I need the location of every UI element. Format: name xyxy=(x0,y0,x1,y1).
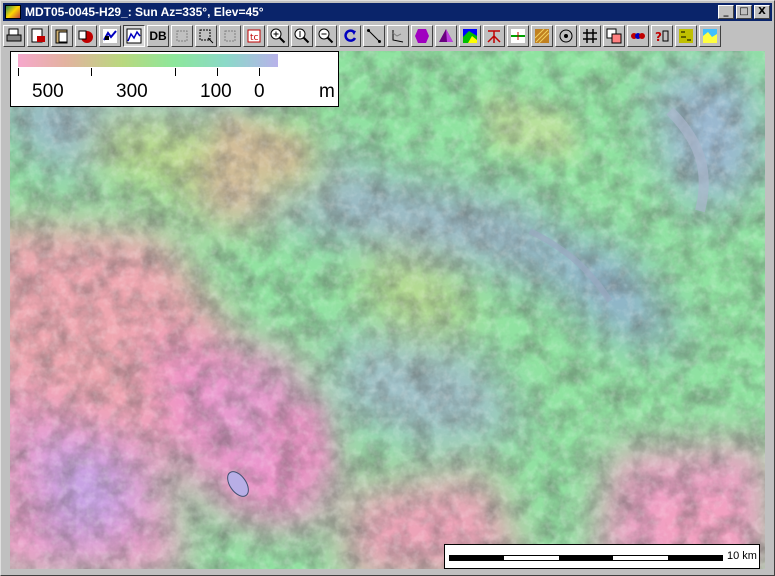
scale-bar: 10 km xyxy=(444,544,760,569)
overlay-button[interactable] xyxy=(603,25,625,47)
texture-button[interactable] xyxy=(531,25,553,47)
perspective-button[interactable] xyxy=(435,25,457,47)
layers-icon xyxy=(103,29,117,43)
pan-icon xyxy=(224,30,236,42)
distance-button[interactable] xyxy=(363,25,385,47)
volume-button[interactable] xyxy=(411,25,433,47)
texture-icon xyxy=(534,28,550,44)
info-icon: ? xyxy=(655,30,669,44)
legend-tick xyxy=(217,68,218,76)
legend-label-500: 500 xyxy=(32,81,64,102)
legend-tick xyxy=(18,68,19,76)
app-window: MDT05-0045-H29_: Sun Az=335°, Elev=45° _… xyxy=(0,0,775,576)
legend-label-0: 0 xyxy=(254,81,265,102)
scale-segment xyxy=(450,556,505,560)
scale-bar-label: 10 km xyxy=(727,550,757,562)
text-icon: tc xyxy=(247,29,261,43)
zoom-full-button[interactable] xyxy=(291,25,313,47)
shaded-relief-map[interactable] xyxy=(10,51,765,569)
print-preview-icon xyxy=(31,28,45,43)
window-title: MDT05-0045-H29_: Sun Az=335°, Elev=45° xyxy=(25,5,264,19)
color-bar-icon xyxy=(631,33,645,39)
overlay-icon xyxy=(606,28,622,44)
scale-segment xyxy=(504,556,559,560)
tree-icon xyxy=(487,30,501,43)
color-map-icon xyxy=(463,29,477,43)
legend-tick xyxy=(175,68,176,76)
clipboard-button[interactable] xyxy=(51,25,73,47)
grid-button[interactable] xyxy=(579,25,601,47)
terrain-image[interactable] xyxy=(10,51,765,569)
redraw-icon xyxy=(344,29,357,42)
db-button[interactable]: DB xyxy=(147,25,169,47)
main-toolbar: DB tc ? xyxy=(3,23,772,49)
cross-section-icon xyxy=(511,29,525,43)
clipboard-icon xyxy=(55,29,68,44)
legend-unit: m xyxy=(319,81,335,102)
legend-label-100: 100 xyxy=(200,81,232,102)
cross-section-button[interactable] xyxy=(507,25,529,47)
color-map-button[interactable] xyxy=(459,25,481,47)
text-button[interactable]: tc xyxy=(243,25,265,47)
minimize-button[interactable]: _ xyxy=(718,5,734,19)
zoom-box-icon xyxy=(176,30,188,42)
zoom-out-icon xyxy=(318,28,334,44)
gps-button[interactable] xyxy=(675,25,697,47)
svg-text:tc: tc xyxy=(250,33,259,43)
title-bar[interactable]: MDT05-0045-H29_: Sun Az=335°, Elev=45° _… xyxy=(3,3,772,21)
zoom-full-icon xyxy=(294,28,310,44)
save-button[interactable] xyxy=(75,25,97,47)
close-button[interactable]: X xyxy=(754,5,770,19)
select-button[interactable] xyxy=(195,25,217,47)
svg-text:?: ? xyxy=(655,30,662,44)
circle-target-button[interactable] xyxy=(555,25,577,47)
volume-icon xyxy=(415,29,429,43)
tree-button[interactable] xyxy=(483,25,505,47)
scale-segment xyxy=(558,556,614,560)
zoom-in-icon xyxy=(270,28,286,44)
select-icon xyxy=(199,29,214,44)
redraw-button[interactable] xyxy=(339,25,361,47)
info-button[interactable]: ? xyxy=(651,25,673,47)
legend-tick xyxy=(259,68,260,76)
scale-segment xyxy=(613,556,668,560)
elevation-legend: 500 300 100 0 m xyxy=(10,51,339,107)
distance-icon xyxy=(367,29,381,43)
print-icon xyxy=(6,28,22,42)
color-bar-button[interactable] xyxy=(627,25,649,47)
print-preview-button[interactable] xyxy=(27,25,49,47)
layers-button[interactable] xyxy=(99,25,121,47)
grid-icon xyxy=(583,29,597,43)
map-graph-icon xyxy=(126,28,142,44)
legend-tick xyxy=(91,68,92,76)
color-ramp xyxy=(18,54,278,67)
circle-target-icon xyxy=(559,29,573,43)
print-button[interactable] xyxy=(3,25,25,47)
aspect-icon xyxy=(703,29,717,43)
zoom-box-button[interactable] xyxy=(171,25,193,47)
gps-icon xyxy=(679,29,693,43)
profile-button[interactable] xyxy=(387,25,409,47)
legend-label-300: 300 xyxy=(116,81,148,102)
map-graph-button[interactable] xyxy=(123,25,145,47)
app-icon[interactable] xyxy=(5,5,21,19)
scale-segment xyxy=(667,556,723,560)
profile-icon xyxy=(392,30,404,43)
scale-bar-ruler xyxy=(449,555,723,561)
perspective-icon xyxy=(439,29,453,42)
pan-button[interactable] xyxy=(219,25,241,47)
zoom-in-button[interactable] xyxy=(267,25,289,47)
aspect-button[interactable] xyxy=(699,25,721,47)
zoom-out-button[interactable] xyxy=(315,25,337,47)
save-icon xyxy=(78,30,93,43)
maximize-button[interactable]: □ xyxy=(736,5,752,19)
